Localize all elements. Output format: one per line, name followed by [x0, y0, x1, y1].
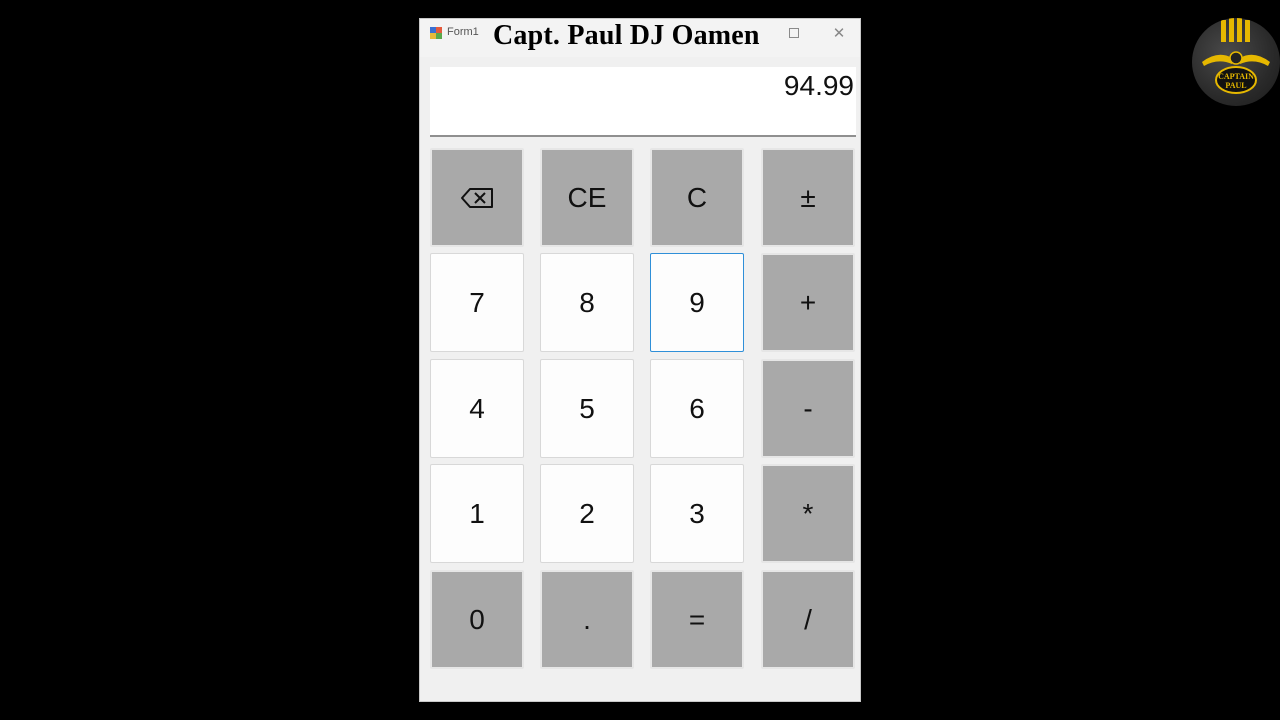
clear-entry-button[interactable]: CE — [540, 148, 634, 247]
key-label: 4 — [469, 392, 485, 424]
key-label: / — [804, 603, 812, 635]
backspace-button[interactable] — [430, 148, 524, 247]
digit-8-button[interactable]: 8 — [540, 253, 634, 352]
digit-9-button[interactable]: 9 — [650, 253, 744, 352]
divide-button[interactable]: / — [761, 570, 855, 669]
digit-0-button[interactable]: 0 — [430, 570, 524, 669]
key-label: ± — [800, 181, 816, 213]
multiply-button[interactable]: * — [761, 464, 855, 563]
digit-3-button[interactable]: 3 — [650, 464, 744, 563]
key-label: 7 — [469, 286, 485, 318]
logo-text-top: CAPTAIN — [1218, 72, 1254, 81]
key-label: = — [688, 603, 706, 635]
key-label: 1 — [469, 497, 485, 529]
key-label: - — [803, 392, 813, 424]
logo-text-bottom: PAUL — [1225, 81, 1246, 90]
add-button[interactable]: + — [761, 253, 855, 352]
negate-button[interactable]: ± — [761, 148, 855, 247]
key-label: 2 — [579, 497, 595, 529]
display-field[interactable]: 94.99 — [430, 67, 856, 137]
key-label: C — [686, 181, 708, 213]
key-label: + — [799, 286, 817, 318]
key-label: 0 — [469, 603, 485, 635]
digit-2-button[interactable]: 2 — [540, 464, 634, 563]
digit-5-button[interactable]: 5 — [540, 359, 634, 458]
clear-button[interactable]: C — [650, 148, 744, 247]
screen: Form1 Capt. Paul DJ Oamen ✕ 94.99 CE C ±7 8… — [0, 0, 1280, 720]
subtract-button[interactable]: - — [761, 359, 855, 458]
key-label: 8 — [579, 286, 595, 318]
calculator-window: Form1 Capt. Paul DJ Oamen ✕ 94.99 CE C ±7 8… — [419, 18, 861, 702]
digit-4-button[interactable]: 4 — [430, 359, 524, 458]
backspace-icon — [460, 187, 494, 209]
key-label: CE — [567, 181, 607, 213]
maximize-icon — [789, 28, 799, 38]
digit-6-button[interactable]: 6 — [650, 359, 744, 458]
key-label: 9 — [689, 286, 705, 318]
title-bar[interactable]: Form1 Capt. Paul DJ Oamen ✕ — [420, 19, 860, 57]
logo-emblem-icon: CAPTAIN PAUL — [1202, 18, 1270, 94]
captain-paul-logo: CAPTAIN PAUL — [1192, 18, 1280, 106]
close-button[interactable]: ✕ — [824, 23, 854, 45]
display-value: 94.99 — [783, 70, 854, 101]
overlay-title: Capt. Paul DJ Oamen — [493, 20, 760, 51]
digit-7-button[interactable]: 7 — [430, 253, 524, 352]
form-title: Form1 — [447, 26, 479, 38]
keypad: CE C ±7 8 9 +4 5 6 - 1 2 3 * 0. = / — [430, 148, 856, 671]
digit-1-button[interactable]: 1 — [430, 464, 524, 563]
key-label: 3 — [689, 497, 705, 529]
maximize-button[interactable] — [779, 23, 809, 45]
key-label: * — [802, 497, 814, 529]
key-label: 6 — [689, 392, 705, 424]
decimal-button[interactable]: . — [540, 570, 634, 669]
key-label: . — [583, 603, 591, 635]
equals-button[interactable]: = — [650, 570, 744, 669]
key-label: 5 — [579, 392, 595, 424]
app-icon — [430, 27, 442, 39]
